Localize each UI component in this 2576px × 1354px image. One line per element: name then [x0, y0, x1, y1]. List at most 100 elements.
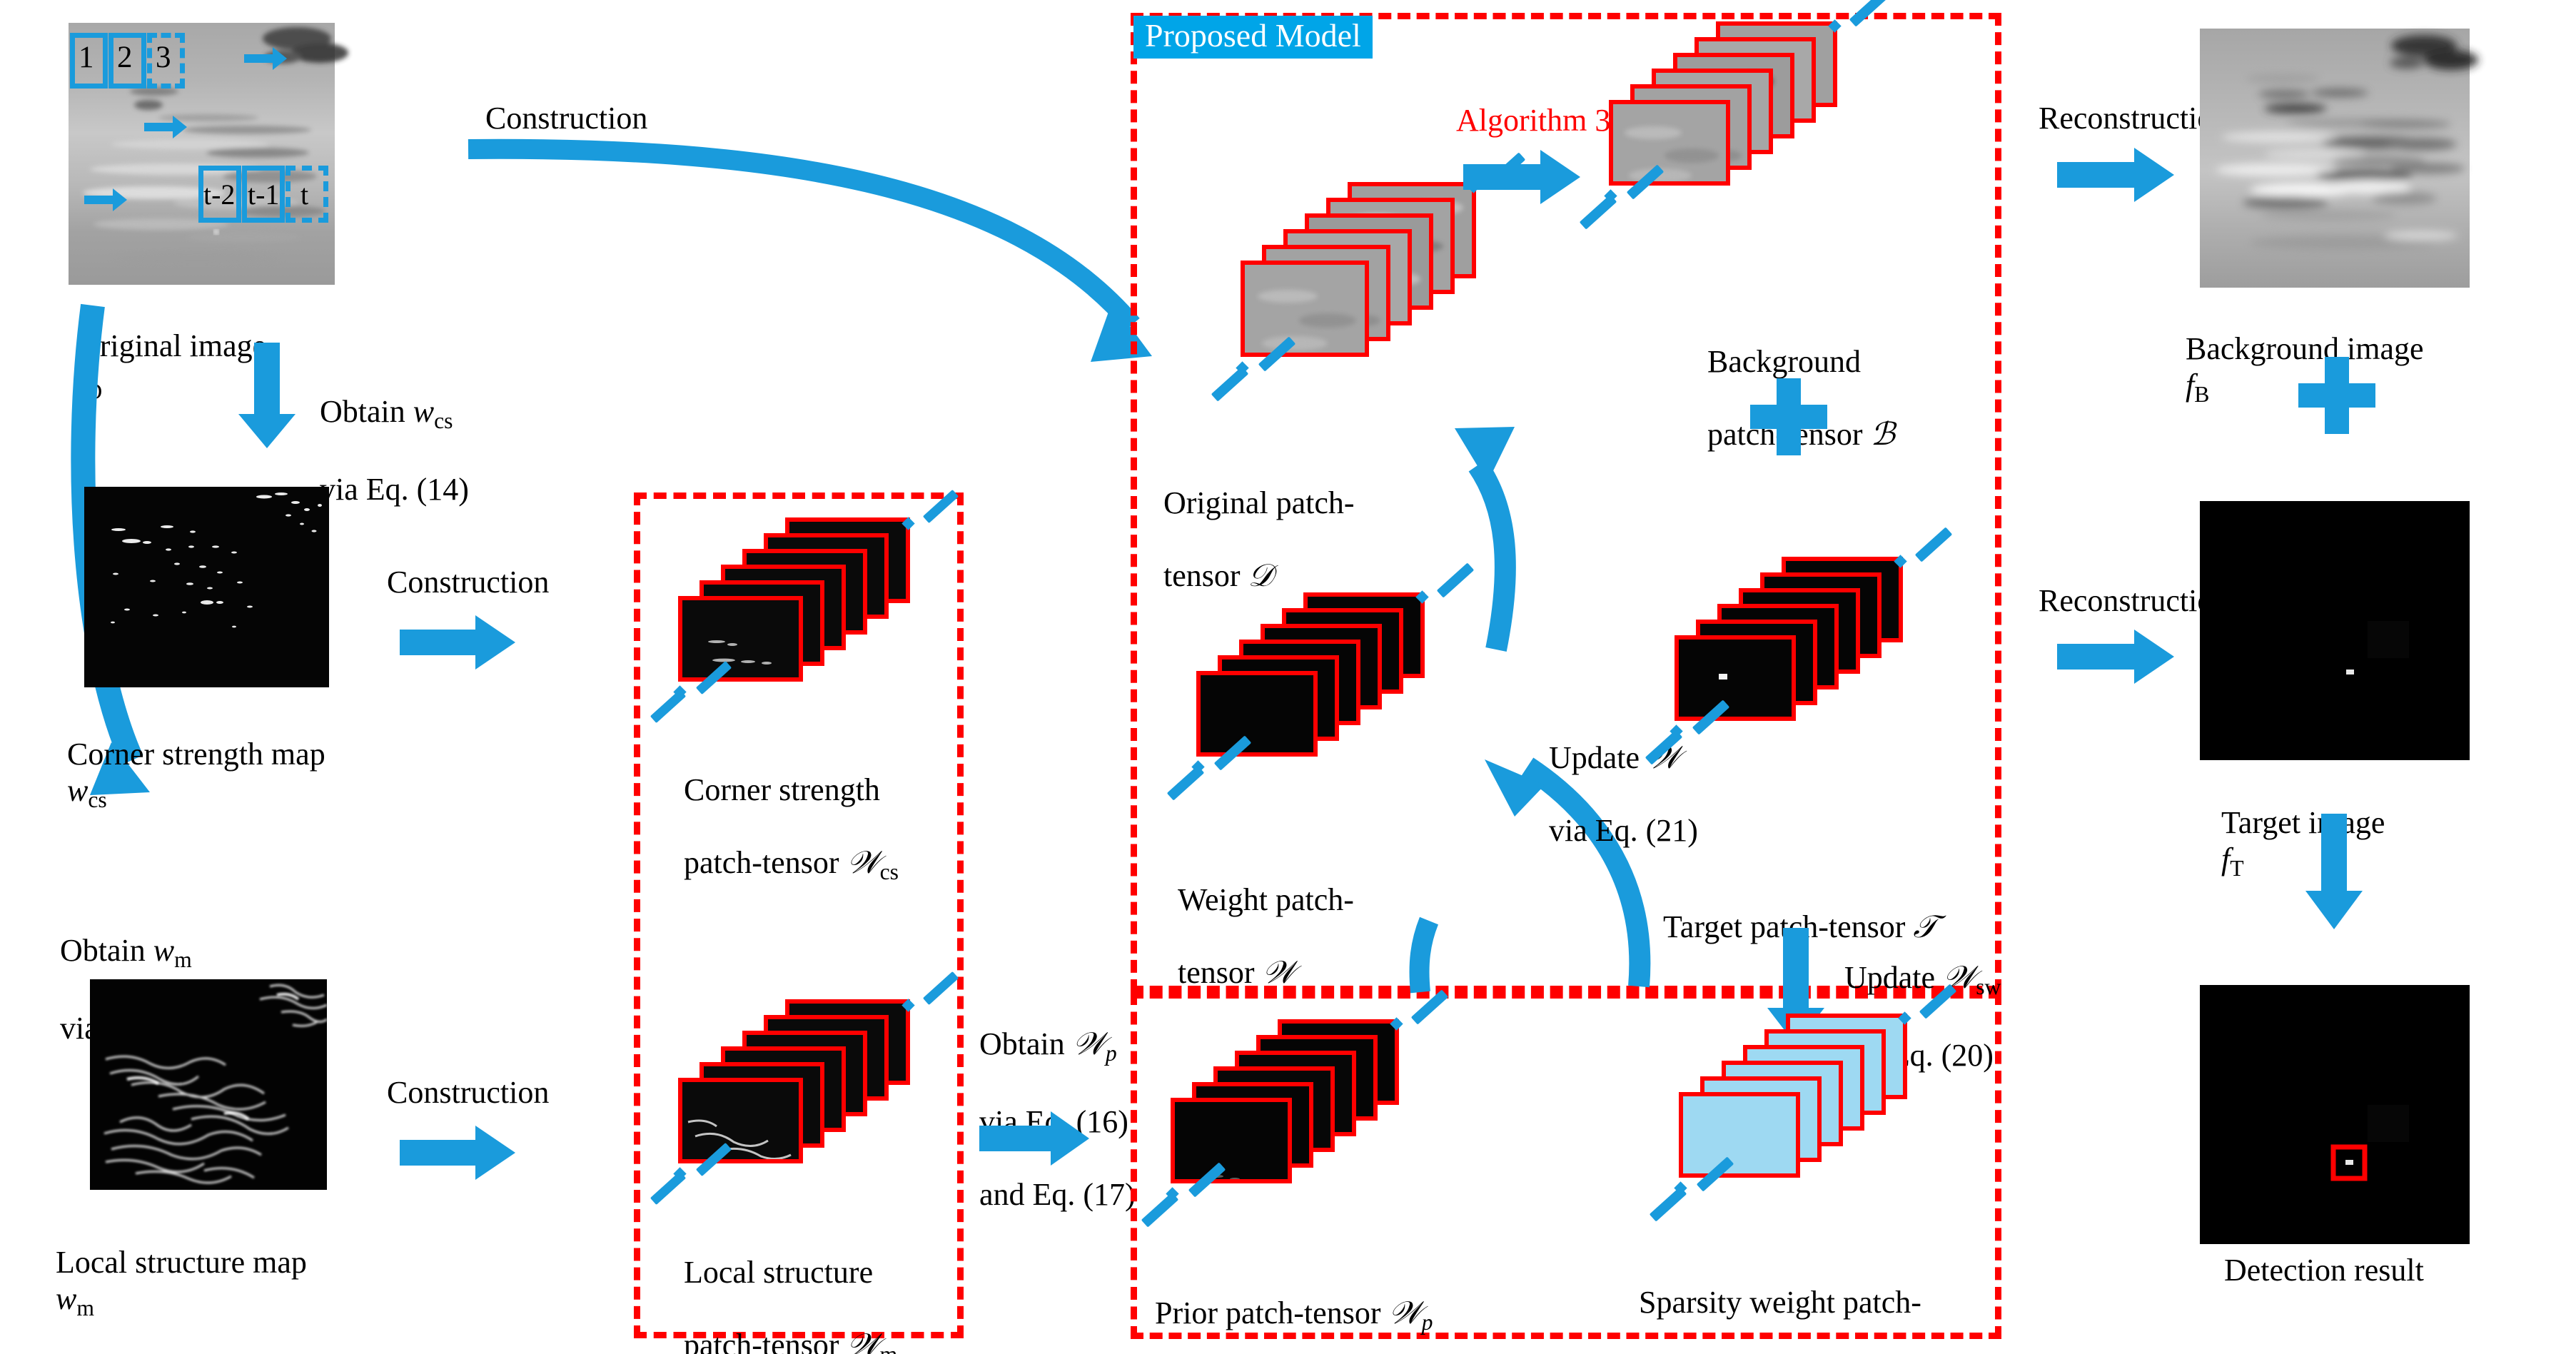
tensor-sheet-front — [1171, 1098, 1292, 1183]
sparsity-weight-patch-tensor-caption: Sparsity weight patch- tensor 𝒲sw — [1639, 1248, 1921, 1354]
weight-tensor-line2-pre: tensor — [1178, 955, 1263, 991]
orig-tensor-line1: Original patch- — [1163, 485, 1355, 521]
bg-tensor-line1: Background — [1707, 344, 1862, 380]
corner-strength-patch-tensor-caption: Corner strength patch-tensor 𝒲cs — [684, 735, 899, 886]
local-structure-patch-tensor — [650, 971, 959, 1213]
local-structure-map — [90, 979, 328, 1190]
obtain-wm-sub: m — [174, 946, 192, 972]
cs-tensor-symbol: 𝒲 — [847, 844, 880, 881]
tensor-sheet-front — [1675, 635, 1796, 721]
algorithm-arrow — [1463, 150, 1580, 204]
prior-tensor-pre: Prior patch-tensor — [1155, 1295, 1389, 1331]
obtain-wp-sym: 𝒲 — [1072, 1026, 1106, 1063]
target-image — [2200, 501, 2470, 760]
construction-bot-label: Construction — [387, 1075, 550, 1110]
original-patch-tensor-caption: Original patch- tensor 𝒟 — [1163, 448, 1355, 594]
construction-bot-arrow — [400, 1126, 515, 1180]
tensor-sheet-front — [1609, 100, 1730, 186]
corner-strength-patch-tensor — [650, 489, 959, 732]
ls-tensor-line2-pre: patch-tensor — [684, 1328, 847, 1354]
algorithm-label: Algorithm 3 — [1456, 103, 1611, 138]
detection-result-canvas — [2200, 985, 2470, 1244]
obtain-wcs-eq: via Eq. (14) — [320, 471, 469, 507]
target-image-symbol: f — [2221, 842, 2231, 877]
prior-patch-tensor — [1141, 989, 1449, 1248]
prior-to-weight-arrow — [1409, 916, 1439, 994]
corner-strength-map-symbol: w — [67, 773, 89, 809]
original-patch-tensor — [1211, 152, 1526, 425]
reconstruction-mid-arrow — [2057, 630, 2174, 684]
local-structure-patch-tensor-caption: Local structure patch-tensor 𝒲m — [684, 1218, 897, 1354]
tensor-sheet-front — [1679, 1092, 1800, 1178]
construction-top-arrow — [468, 138, 1152, 362]
obtain-wp-arrow — [979, 1111, 1089, 1166]
diagram-canvas: 1 2 3 t-2 t-1 t Original image fD Obtain… — [0, 0, 2576, 1354]
prior-tensor-symbol: 𝒲 — [1388, 1295, 1422, 1332]
obtain-wcs-sym: w — [413, 394, 435, 430]
tensor-sheet-front — [1241, 261, 1369, 357]
ls-tensor-symbol: 𝒲 — [847, 1327, 880, 1354]
proposed-model-tag: Proposed Model — [1133, 16, 1373, 59]
prior-patch-tensor-caption: Prior patch-tensor 𝒲p — [1155, 1258, 1433, 1336]
background-patch-tensor — [1579, 0, 1887, 243]
detection-result-caption: Detection result — [2224, 1253, 2424, 1288]
corner-strength-map — [84, 487, 329, 687]
bg-tensor-symbol: ℬ — [1870, 416, 1896, 453]
tensor-sheet-front — [678, 1078, 803, 1163]
weight-patch-tensor — [1166, 562, 1475, 821]
cs-tensor-symbol-sub: cs — [879, 859, 899, 884]
obtain-wcs-sub: cs — [434, 408, 453, 433]
sparsity-tensor-line1: Sparsity weight patch- — [1639, 1285, 1921, 1320]
background-image-symbol-sub: B — [2194, 381, 2210, 407]
weight-tensor-symbol: 𝒲 — [1262, 954, 1295, 991]
obtain-wp-pre: Obtain — [979, 1026, 1073, 1062]
update-w-pre: Update — [1549, 740, 1648, 776]
plus-sign-right — [2298, 357, 2375, 434]
original-image: 1 2 3 t-2 t-1 t — [69, 23, 348, 285]
update-wsw-pre: Update — [1844, 960, 1944, 996]
corner-strength-map-symbol-sub: cs — [88, 787, 107, 812]
weight-to-original-arrow — [1455, 427, 1516, 652]
prior-tensor-symbol-sub: p — [1421, 1309, 1433, 1335]
sparsity-weight-patch-tensor — [1649, 984, 1957, 1242]
corner-strength-map-caption-text: Corner strength map — [67, 737, 325, 772]
weight-patch-tensor-caption: Weight patch- tensor 𝒲 — [1178, 845, 1354, 991]
slide-arrows — [84, 47, 287, 211]
update-wsw-sub: sw — [1976, 974, 2001, 999]
construction-top-label: Construction — [485, 101, 648, 136]
reconstruction-top-arrow — [2057, 148, 2174, 202]
local-structure-map-symbol: w — [56, 1281, 77, 1317]
ls-tensor-line1: Local structure — [684, 1255, 874, 1290]
corner-strength-map-canvas — [84, 487, 329, 687]
target-image-canvas — [2200, 501, 2470, 760]
local-structure-map-caption-text: Local structure map — [56, 1245, 307, 1280]
obtain-wp-eq17: and Eq. (17) — [979, 1176, 1136, 1212]
update-w-eq: via Eq. (21) — [1549, 813, 1698, 849]
ls-tensor-symbol-sub: m — [880, 1342, 898, 1354]
obtain-wp-sub: p — [1105, 1040, 1117, 1066]
obtain-wp-label: Obtain 𝒲p via Eq. (16) and Eq. (17) — [979, 989, 1136, 1213]
corner-strength-map-caption: Corner strength map wcs — [67, 699, 325, 814]
tensor-sheet-front — [678, 596, 803, 682]
background-image — [2200, 29, 2478, 288]
obtain-wm-pre: Obtain — [60, 933, 153, 969]
orig-tensor-line2-pre: tensor — [1163, 558, 1248, 594]
background-image-canvas — [2200, 29, 2478, 288]
weight-tensor-line1: Weight patch- — [1178, 882, 1354, 918]
detection-result-image — [2200, 985, 2470, 1244]
plus-sign-model — [1750, 378, 1827, 455]
construction-mid-label: Construction — [387, 565, 550, 600]
obtain-wcs-label: Obtain wcs via Eq. (14) — [320, 357, 469, 507]
tensor-sheet-front — [1196, 671, 1318, 757]
target-patch-tensor — [1645, 527, 1953, 785]
detection-arrow — [2305, 814, 2363, 929]
cs-tensor-line1: Corner strength — [684, 772, 880, 808]
obtain-wcs-pre: Obtain — [320, 394, 413, 430]
local-structure-map-symbol-sub: m — [76, 1295, 94, 1320]
cs-tensor-line2-pre: patch-tensor — [684, 845, 847, 881]
local-structure-map-canvas — [90, 979, 328, 1190]
background-image-symbol: f — [2186, 368, 2195, 403]
local-structure-map-caption: Local structure map wm — [56, 1208, 307, 1322]
orig-tensor-symbol: 𝒟 — [1248, 557, 1273, 595]
obtain-wm-sym: w — [153, 933, 175, 969]
